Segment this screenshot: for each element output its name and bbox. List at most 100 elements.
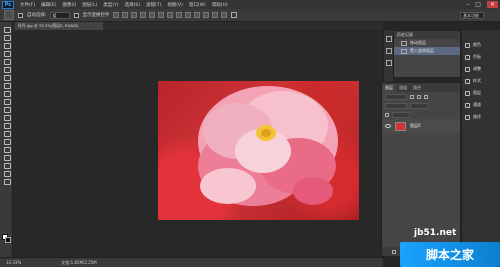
auto-align-icon[interactable] [220, 12, 227, 18]
zoom-tool-icon[interactable] [3, 178, 11, 185]
shape-tool-icon[interactable] [3, 162, 11, 169]
show-transform-checkbox[interactable] [73, 12, 79, 18]
move-tool-icon[interactable] [3, 26, 11, 33]
background-color-swatch[interactable] [5, 237, 11, 243]
menu-file[interactable]: 文件(F) [20, 2, 35, 8]
dodge-tool-icon[interactable] [3, 130, 11, 137]
options-bar: 自动选择: 组 显示变换控件 [0, 9, 500, 22]
styles-panel-label: 样式 [473, 78, 481, 83]
close-button[interactable]: × [486, 1, 498, 8]
history-item-active[interactable]: 置入变换图层 [394, 47, 460, 55]
opacity-field[interactable] [410, 102, 428, 109]
filter-adjustment-icon[interactable] [417, 94, 421, 99]
history-panel-icon[interactable] [386, 36, 392, 42]
move-tool-preset[interactable] [4, 10, 14, 20]
maximize-button[interactable]: □ [475, 1, 481, 8]
type-tool-icon[interactable] [3, 146, 11, 153]
styles-icon [465, 78, 470, 84]
layer-row[interactable]: 图层0 [382, 119, 460, 133]
channels-panel-button[interactable]: 通道 [465, 100, 481, 110]
distribute-center-icon[interactable] [202, 12, 209, 18]
align-left-icon[interactable] [139, 12, 146, 18]
show-transform-label: 显示变换控件 [82, 13, 110, 18]
history-panel-tab[interactable]: 历史记录 [394, 31, 460, 39]
menu-image[interactable]: 图像(I) [62, 2, 76, 8]
layer-filter-row [382, 92, 460, 101]
channels-panel-label: 通道 [473, 102, 481, 107]
layer-kind-filter[interactable] [385, 93, 407, 100]
layer-name[interactable]: 图层0 [410, 123, 421, 129]
distribute-middle-icon[interactable] [175, 12, 182, 18]
document-tab[interactable]: 牡丹.jpg @ 33.3%(图层0, RGB/8) [15, 22, 103, 30]
photoshop-logo: Ps [2, 0, 14, 9]
fill-field[interactable] [392, 111, 410, 118]
eyedropper-tool-icon[interactable] [3, 66, 11, 73]
align-middle-icon[interactable] [121, 12, 128, 18]
lock-icon[interactable] [385, 112, 389, 117]
properties-panel-icon[interactable] [386, 48, 392, 54]
clone-stamp-tool-icon[interactable] [3, 90, 11, 97]
link-layers-icon[interactable] [392, 249, 396, 254]
menu-select[interactable]: 选择(S) [125, 2, 140, 8]
paths-panel-button[interactable]: 路径 [465, 112, 481, 122]
path-select-tool-icon[interactable] [3, 154, 11, 161]
auto-select-label: 自动选择: [27, 13, 47, 18]
healing-brush-tool-icon[interactable] [3, 74, 11, 81]
auto-select-dropdown[interactable]: 组 [49, 11, 70, 19]
peony-flower-image [198, 86, 338, 206]
color-icon [465, 42, 470, 48]
marquee-tool-icon[interactable] [3, 34, 11, 41]
distribute-right-icon[interactable] [211, 12, 218, 18]
blend-opacity-row [382, 101, 460, 110]
brush-tool-icon[interactable] [3, 82, 11, 89]
crop-tool-icon[interactable] [3, 58, 11, 65]
pen-tool-icon[interactable] [3, 138, 11, 145]
swatches-panel-button[interactable]: 色板 [465, 52, 481, 62]
menu-view[interactable]: 视图(V) [167, 2, 183, 8]
zoom-level[interactable]: 33.33% [6, 260, 21, 265]
visibility-eye-icon[interactable] [385, 124, 391, 128]
info-panel-icon[interactable] [386, 60, 392, 66]
filter-type-icon[interactable] [424, 94, 428, 99]
history-brush-tool-icon[interactable] [3, 98, 11, 105]
lasso-tool-icon[interactable] [3, 42, 11, 49]
menu-edit[interactable]: 编辑(E) [41, 2, 56, 8]
menu-layer[interactable]: 图层(L) [82, 2, 97, 8]
adjustments-panel-button[interactable]: 调整 [465, 64, 481, 74]
align-right-icon[interactable] [157, 12, 164, 18]
canvas-area[interactable] [13, 30, 383, 257]
3d-mode-icon[interactable] [230, 12, 237, 18]
filter-pixel-icon[interactable] [410, 94, 414, 99]
gradient-tool-icon[interactable] [3, 114, 11, 121]
quick-select-tool-icon[interactable] [3, 50, 11, 57]
swatches-icon [465, 54, 470, 60]
menu-type[interactable]: 类型(Y) [103, 2, 118, 8]
layers-icon [465, 90, 470, 96]
menu-help[interactable]: 帮助(H) [212, 2, 228, 8]
menu-window[interactable]: 窗口(W) [189, 2, 206, 8]
layers-panel-button[interactable]: 图层 [465, 88, 481, 98]
align-bottom-icon[interactable] [130, 12, 137, 18]
styles-panel-button[interactable]: 样式 [465, 76, 481, 86]
distribute-bottom-icon[interactable] [184, 12, 191, 18]
workspace-switcher[interactable]: 基本功能 [460, 12, 484, 19]
distribute-left-icon[interactable] [193, 12, 200, 18]
blur-tool-icon[interactable] [3, 122, 11, 129]
color-panel-button[interactable]: 颜色 [465, 40, 481, 50]
history-item[interactable]: 移动图层 [394, 39, 460, 47]
hand-tool-icon[interactable] [3, 170, 11, 177]
window-controls: – □ × [466, 0, 498, 9]
document-canvas-peony-photo[interactable] [158, 81, 359, 220]
align-top-icon[interactable] [112, 12, 119, 18]
adjustments-panel-label: 调整 [473, 66, 481, 71]
eraser-tool-icon[interactable] [3, 106, 11, 113]
minimize-button[interactable]: – [466, 1, 469, 8]
tab-layers[interactable]: 图层 [382, 84, 396, 92]
distribute-top-icon[interactable] [166, 12, 173, 18]
menu-filter[interactable]: 滤镜(T) [146, 2, 161, 8]
align-center-icon[interactable] [148, 12, 155, 18]
tab-paths[interactable]: 路径 [410, 84, 424, 92]
blend-mode-select[interactable] [385, 102, 407, 109]
auto-select-checkbox[interactable] [18, 12, 23, 18]
tab-channels[interactable]: 通道 [396, 84, 410, 92]
